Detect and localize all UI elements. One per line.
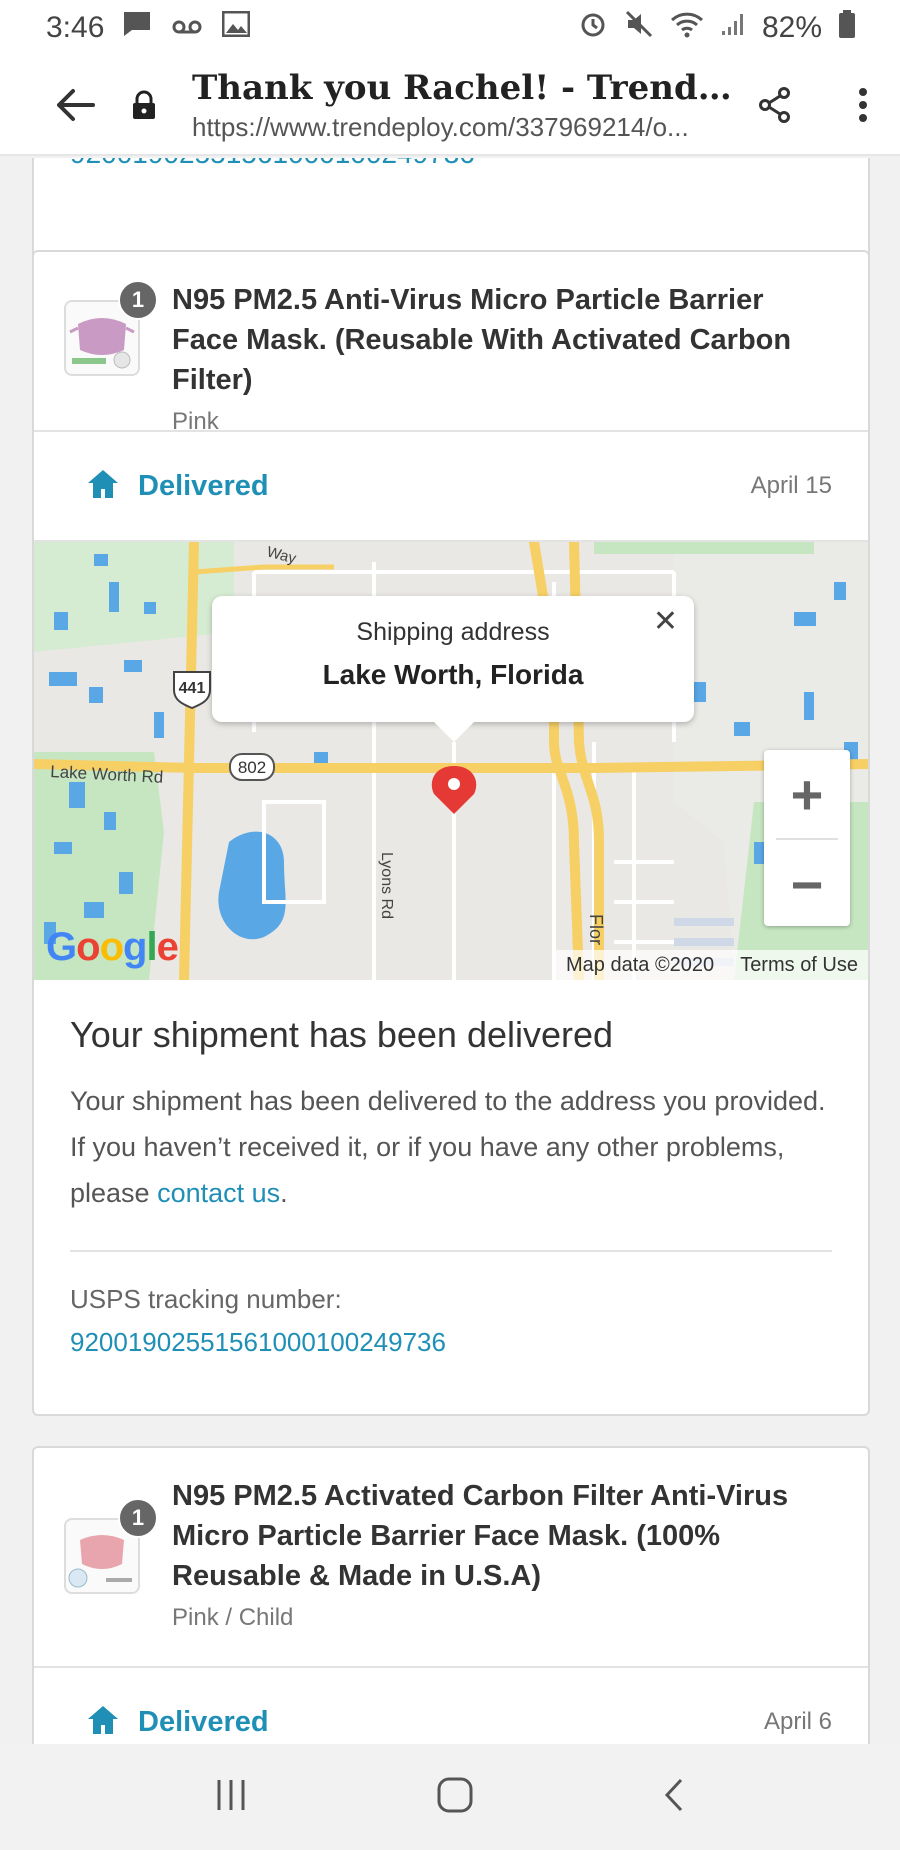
map-label-lyons-rd: Lyons Rd <box>378 852 395 919</box>
product-thumbnail: 1 <box>64 1498 158 1594</box>
delivery-status: Delivered <box>138 469 269 502</box>
back-icon[interactable] <box>661 1777 687 1818</box>
home-icon <box>86 1704 120 1741</box>
back-arrow-icon[interactable] <box>40 75 110 135</box>
message-icon <box>122 10 152 46</box>
popup-city: Lake Worth, Florida <box>322 659 584 690</box>
product-thumbnail: 1 <box>64 280 158 376</box>
contact-us-link[interactable]: contact us <box>157 1178 280 1208</box>
browser-toolbar: Thank you Rachel! - Trend Depl... https:… <box>0 56 900 156</box>
lock-icon[interactable] <box>124 90 164 120</box>
delivery-status-row: Delivered April 15 <box>34 432 868 542</box>
zoom-out-button[interactable]: − <box>764 840 850 928</box>
tracking-label: USPS tracking number: <box>70 1284 342 1314</box>
shipment-card: 1 N95 PM2.5 Anti-Virus Micro Particle Ba… <box>32 250 870 1416</box>
product-row: 1 N95 PM2.5 Anti-Virus Micro Particle Ba… <box>34 252 868 435</box>
product-name: N95 PM2.5 Activated Carbon Filter Anti-V… <box>172 1480 789 1592</box>
product-row: 1 N95 PM2.5 Activated Carbon Filter Anti… <box>34 1448 868 1668</box>
product-name: N95 PM2.5 Anti-Virus Micro Particle Barr… <box>172 284 792 396</box>
shipment-card: 1 N95 PM2.5 Activated Carbon Filter Anti… <box>32 1446 870 1744</box>
divider <box>70 1250 832 1252</box>
tracking-number-link[interactable]: 92001902551561000100249736 <box>70 158 475 170</box>
zoom-in-button[interactable]: + <box>764 750 850 838</box>
image-icon <box>221 10 251 45</box>
delivery-date: April 15 <box>750 472 832 499</box>
page-content: 92001902551561000100249736 1 N95 PM2.5 A… <box>0 158 900 1744</box>
home-icon[interactable] <box>435 1775 475 1820</box>
delivery-date: April 6 <box>763 1708 832 1735</box>
zoom-controls: + − <box>764 750 850 926</box>
map-data-text: Map data ©2020 <box>566 953 715 976</box>
quantity-badge: 1 <box>118 1498 158 1538</box>
battery-percent: 82% <box>761 11 822 44</box>
tracking-number-link[interactable]: 92001902551561000100249736 <box>70 1327 832 1358</box>
quantity-badge: 1 <box>118 280 158 320</box>
shipping-address-popup: Shipping address Lake Worth, Florida ✕ <box>212 596 694 742</box>
close-icon[interactable]: ✕ <box>653 604 678 639</box>
battery-icon <box>838 10 856 46</box>
alarm-icon <box>578 9 608 47</box>
product-variant: Pink / Child <box>172 1604 294 1631</box>
navigation-bar <box>0 1744 900 1850</box>
map-label-441: 441 <box>179 680 206 697</box>
map-label-flor: Flor <box>586 914 606 945</box>
mute-icon <box>624 9 654 47</box>
recent-apps-icon[interactable] <box>213 1778 249 1817</box>
wifi-icon <box>670 10 704 46</box>
map-attribution: Map data ©2020 Terms of Use <box>552 950 868 980</box>
share-icon[interactable] <box>750 87 800 123</box>
map-label-802: 802 <box>238 758 266 777</box>
delivery-status-row: Delivered April 6 <box>34 1668 868 1744</box>
home-icon <box>86 468 120 505</box>
product-variant: Pink <box>172 408 219 435</box>
terms-of-use-link[interactable]: Terms of Use <box>740 954 858 977</box>
clock: 3:46 <box>46 11 105 44</box>
signal-icon <box>720 11 746 45</box>
more-options-icon[interactable] <box>848 87 878 123</box>
delivery-status: Delivered <box>138 1705 269 1738</box>
shipping-map[interactable]: Lake Worth Rd 802 441 Lyons Rd Flor Way … <box>34 542 868 980</box>
delivered-text: Your shipment has been delivered to the … <box>70 1086 826 1208</box>
popup-label: Shipping address <box>356 618 550 646</box>
voicemail-icon <box>172 11 202 45</box>
delivery-message: Your shipment has been delivered Your sh… <box>34 980 868 1358</box>
page-title: Thank you Rachel! - Trend Depl... <box>192 67 732 108</box>
url-text: https://www.trendeploy.com/337969214/o..… <box>192 111 689 142</box>
google-logo: Google <box>46 925 179 969</box>
delivered-heading: Your shipment has been delivered <box>70 1014 614 1055</box>
status-bar: 3:46 82% <box>0 0 900 56</box>
address-area[interactable]: Thank you Rachel! - Trend Depl... https:… <box>192 68 732 143</box>
